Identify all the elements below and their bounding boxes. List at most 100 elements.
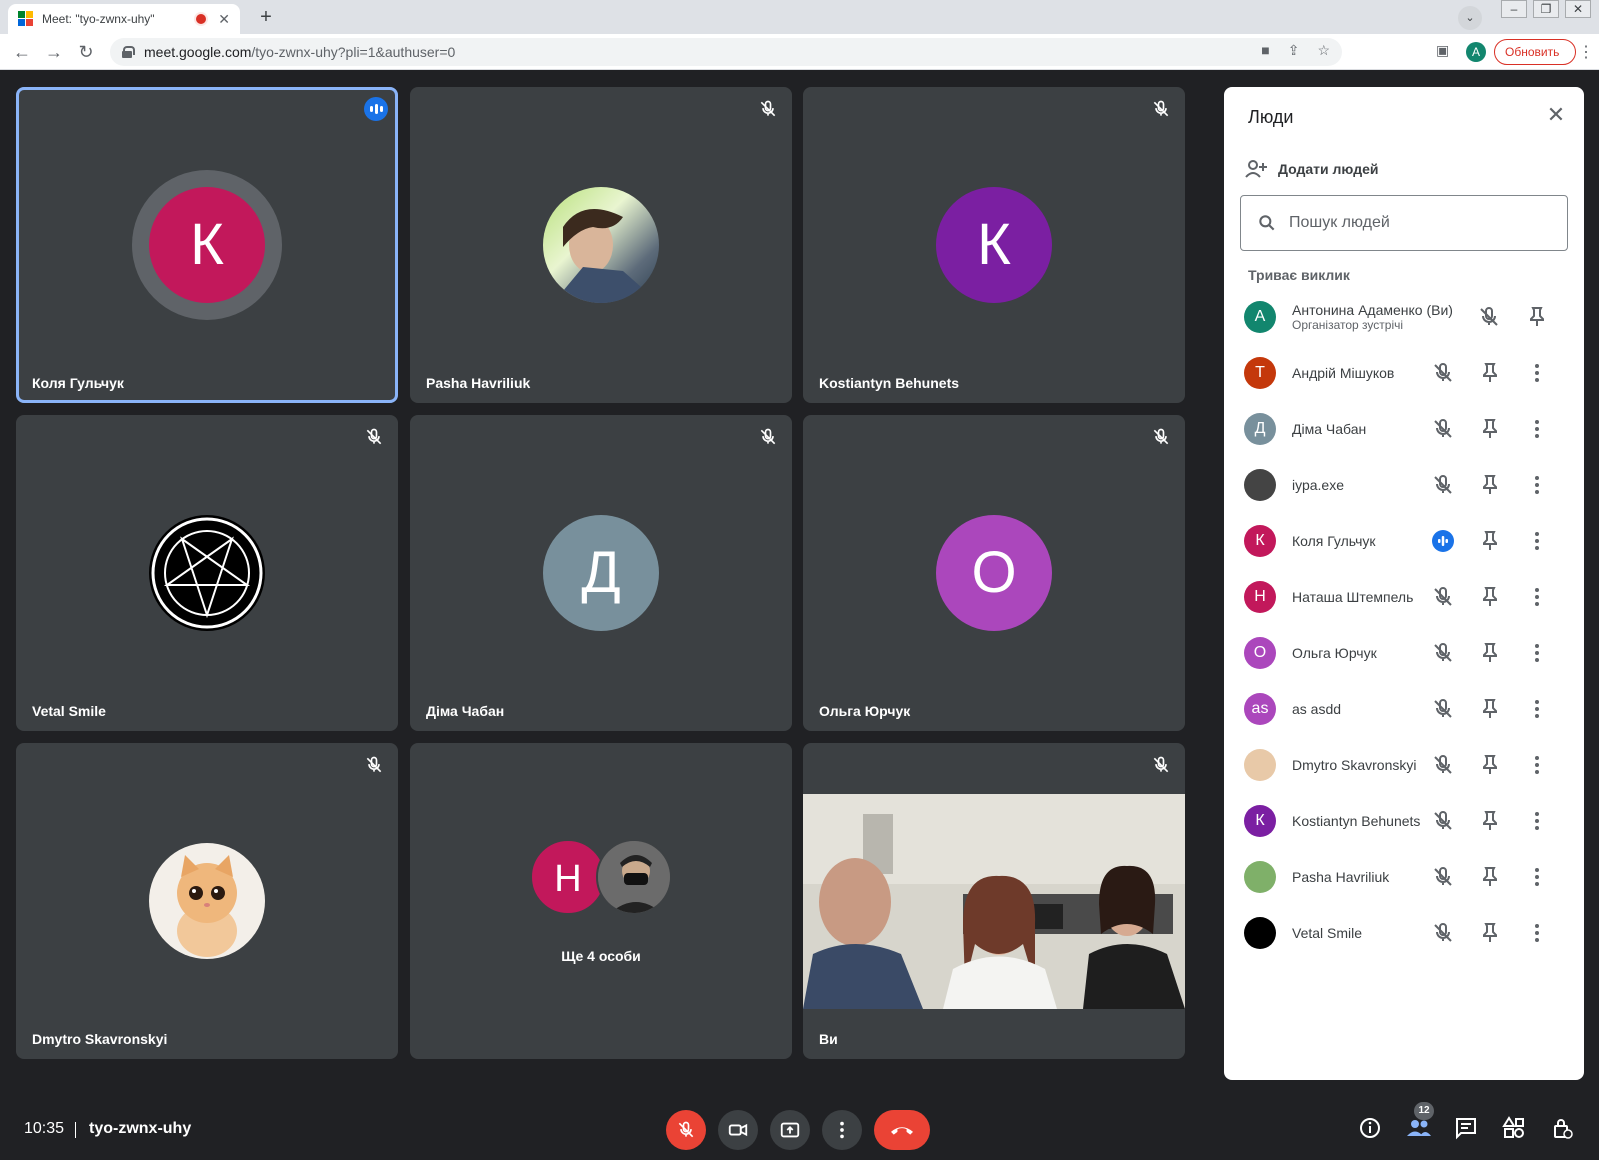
more-vert-icon[interactable] <box>1525 809 1549 833</box>
more-vert-icon[interactable] <box>1525 361 1549 385</box>
participant-row[interactable]: К Коля Гульчук <box>1224 513 1584 569</box>
muted-mic-icon[interactable] <box>1477 305 1501 329</box>
update-button[interactable]: Обновить <box>1494 39 1576 65</box>
back-arrow-icon[interactable]: ← <box>10 40 34 64</box>
more-vert-icon[interactable] <box>1525 753 1549 777</box>
activities-icon[interactable] <box>1502 1116 1526 1140</box>
pin-icon[interactable] <box>1478 473 1502 497</box>
minimize-button[interactable]: – <box>1501 0 1527 18</box>
muted-mic-icon[interactable] <box>1431 921 1455 945</box>
more-vert-icon[interactable] <box>1525 473 1549 497</box>
recording-indicator-icon <box>196 14 207 24</box>
more-vert-icon[interactable] <box>1525 697 1549 721</box>
meeting-details-icon[interactable] <box>1358 1116 1382 1140</box>
muted-mic-icon[interactable] <box>1431 753 1455 777</box>
muted-mic-icon[interactable] <box>1431 865 1455 889</box>
more-options-button[interactable] <box>822 1110 862 1150</box>
pin-icon[interactable] <box>1478 529 1502 553</box>
participant-tile[interactable]: К Kostiantyn Behunets <box>803 87 1185 403</box>
camera-in-use-icon[interactable]: ■ <box>1261 42 1269 59</box>
muted-mic-icon[interactable] <box>1431 473 1455 497</box>
muted-mic-icon[interactable] <box>1431 361 1455 385</box>
photo-avatar <box>1244 469 1276 501</box>
participant-row[interactable]: К Kostiantyn Behunets <box>1224 793 1584 849</box>
search-icon <box>1259 215 1275 231</box>
avatar: Н <box>1244 581 1276 613</box>
more-vert-icon[interactable] <box>1525 641 1549 665</box>
more-vert-icon[interactable] <box>1525 417 1549 441</box>
tab-close-icon[interactable]: ✕ <box>218 11 230 28</box>
browser-tab[interactable]: Meet: "tyo-zwnx-uhy" ✕ <box>8 4 240 34</box>
pin-icon[interactable] <box>1478 697 1502 721</box>
chat-icon[interactable] <box>1454 1116 1478 1140</box>
participant-row[interactable]: Pasha Havriliuk <box>1224 849 1584 905</box>
mic-toggle-button[interactable] <box>666 1110 706 1150</box>
more-vert-icon[interactable] <box>1525 865 1549 889</box>
url-host: meet.google.com <box>144 44 252 60</box>
leave-call-button[interactable] <box>874 1110 930 1150</box>
add-people-button[interactable]: Додати людей <box>1244 157 1378 181</box>
pin-icon[interactable] <box>1478 753 1502 777</box>
more-vert-icon[interactable] <box>1525 585 1549 609</box>
participant-row[interactable]: Н Наташа Штемпель <box>1224 569 1584 625</box>
participant-tile[interactable]: Pasha Havriliuk <box>410 87 792 403</box>
participant-name: Vetal Smile <box>32 703 106 719</box>
participant-tile[interactable]: Dmytro Skavronskyi <box>16 743 398 1059</box>
avatar: К <box>1244 805 1276 837</box>
participant-row[interactable]: іура.exe <box>1224 457 1584 513</box>
pin-icon[interactable] <box>1478 417 1502 441</box>
avatar: К <box>1244 525 1276 557</box>
pin-icon[interactable] <box>1478 865 1502 889</box>
muted-mic-icon[interactable] <box>1431 585 1455 609</box>
participant-row[interactable]: as as asdd <box>1224 681 1584 737</box>
muted-mic-icon[interactable] <box>1431 809 1455 833</box>
participant-tile[interactable]: К Коля Гульчук <box>16 87 398 403</box>
more-vert-icon[interactable] <box>1525 921 1549 945</box>
participant-row[interactable]: А Антонина Адаменко (Ви) Організатор зустр… <box>1224 289 1584 345</box>
restore-button[interactable]: ❐ <box>1533 0 1559 18</box>
muted-mic-icon[interactable] <box>1431 641 1455 665</box>
profile-avatar[interactable]: A <box>1466 42 1486 62</box>
more-participants-tile[interactable]: Н Ще 4 особи <box>410 743 792 1059</box>
reload-icon[interactable]: ↻ <box>74 40 98 64</box>
side-panel-icon[interactable]: ▣ <box>1436 42 1449 59</box>
close-panel-icon[interactable]: ✕ <box>1544 103 1568 127</box>
participant-row[interactable]: Д Діма Чабан <box>1224 401 1584 457</box>
self-video-tile[interactable]: Ви <box>803 743 1185 1059</box>
muted-mic-icon[interactable] <box>1431 697 1455 721</box>
browser-menu-icon[interactable]: ⋮ <box>1578 42 1594 62</box>
participant-row[interactable]: Т Андрій Мішуков <box>1224 345 1584 401</box>
muted-mic-icon[interactable] <box>1431 417 1455 441</box>
pin-icon[interactable] <box>1478 641 1502 665</box>
pin-icon[interactable] <box>1478 585 1502 609</box>
camera-video <box>803 794 1185 1009</box>
window-close-button[interactable]: ✕ <box>1565 0 1591 18</box>
participant-row[interactable]: Dmytro Skavronskyi <box>1224 737 1584 793</box>
new-tab-button[interactable]: + <box>254 6 278 30</box>
camera-toggle-button[interactable] <box>718 1110 758 1150</box>
bookmark-star-icon[interactable]: ☆ <box>1317 42 1330 59</box>
more-vert-icon[interactable] <box>1525 529 1549 553</box>
pin-icon[interactable] <box>1478 809 1502 833</box>
google-meet-icon <box>18 11 34 27</box>
pin-icon[interactable] <box>1478 361 1502 385</box>
pin-icon[interactable] <box>1525 305 1549 329</box>
pin-icon[interactable] <box>1478 921 1502 945</box>
tab-search-chevron-icon[interactable]: ⌄ <box>1458 6 1482 30</box>
participant-tile[interactable]: Vetal Smile <box>16 415 398 731</box>
host-controls-icon[interactable] <box>1550 1116 1574 1140</box>
participant-row[interactable]: О Ольга Юрчук <box>1224 625 1584 681</box>
present-screen-icon <box>780 1122 800 1138</box>
participant-row[interactable]: Vetal Smile <box>1224 905 1584 961</box>
photo-avatar <box>596 839 672 915</box>
muted-mic-icon <box>1151 427 1171 447</box>
share-icon[interactable]: ⇪ <box>1288 42 1300 59</box>
url-field[interactable]: meet.google.com/tyo-zwnx-uhy?pli=1&authu… <box>110 38 1342 66</box>
participant-tile[interactable]: О Ольга Юрчук <box>803 415 1185 731</box>
participant-tile[interactable]: Д Діма Чабан <box>410 415 792 731</box>
forward-arrow-icon[interactable]: → <box>42 40 66 64</box>
lock-icon <box>122 46 135 58</box>
bottom-bar: 10:35 tyo-zwnx-uhy 12 <box>0 1088 1599 1160</box>
present-screen-button[interactable] <box>770 1110 810 1150</box>
search-people-input[interactable]: Пошук людей <box>1240 195 1568 251</box>
